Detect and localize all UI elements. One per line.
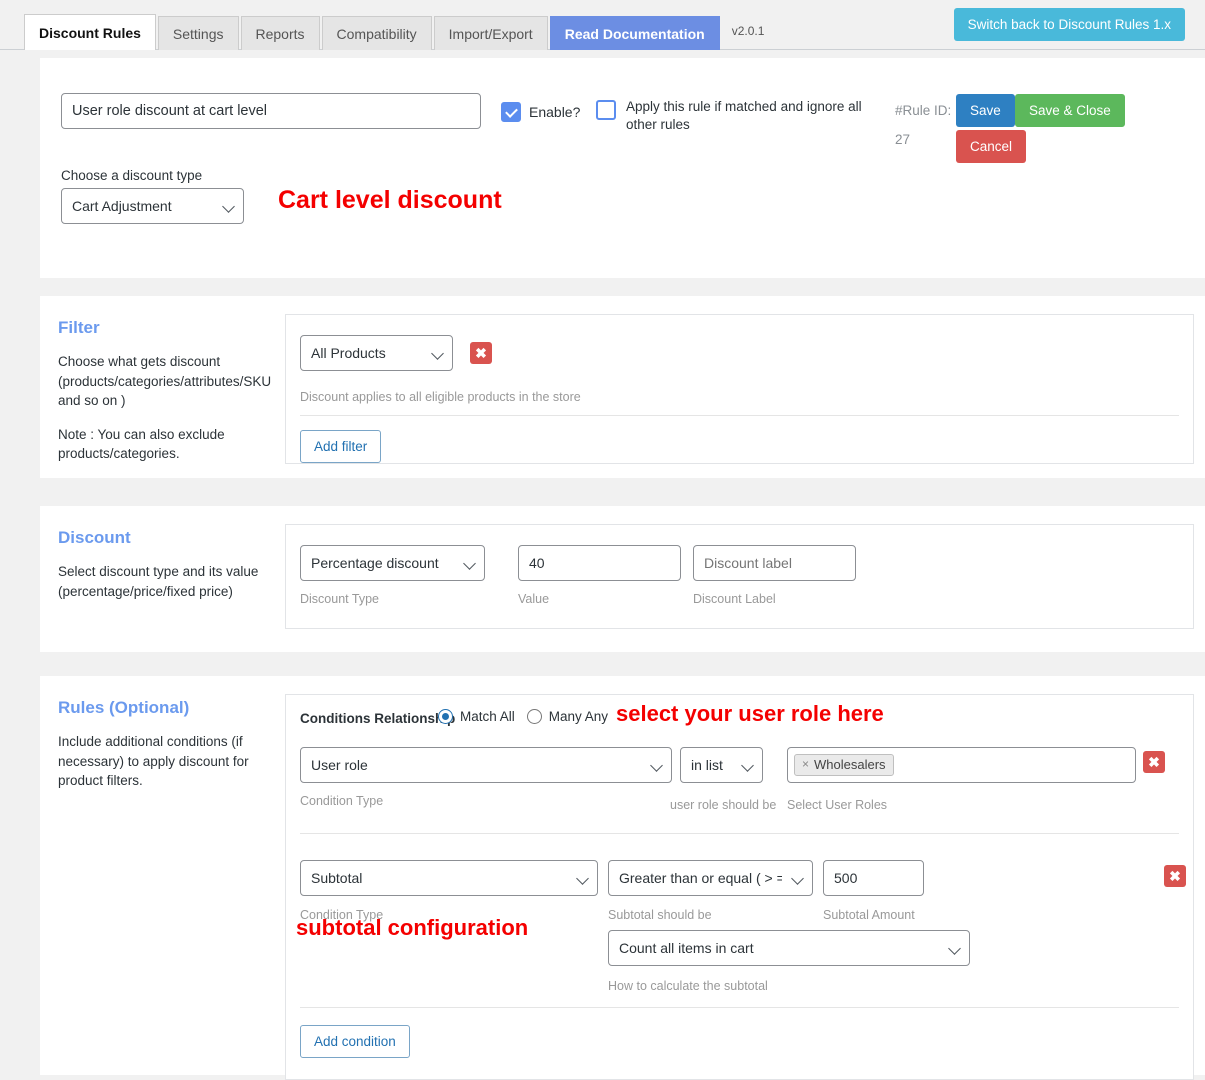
condition2-operator-note: Subtotal should be xyxy=(608,908,712,922)
condition1-operator-select[interactable]: in list xyxy=(680,747,763,783)
rules-heading: Rules (Optional) xyxy=(58,698,280,718)
tab-label: Discount Rules xyxy=(39,26,141,40)
rules-divider-2 xyxy=(300,1007,1179,1008)
condition2-type-select-wrapper[interactable]: Subtotal xyxy=(300,860,598,896)
tab-compatibility[interactable]: Compatibility xyxy=(322,16,432,50)
condition2-calc-select-wrapper[interactable]: Count all items in cart xyxy=(608,930,970,966)
remove-condition2-icon[interactable]: ✖ xyxy=(1164,865,1186,887)
radio-match-all-label: Match All xyxy=(460,709,515,724)
rules-divider-1 xyxy=(300,833,1179,834)
filter-sidebar: Filter Choose what gets discount (produc… xyxy=(58,318,280,478)
rules-card: Conditions Relationship Match All Many A… xyxy=(285,694,1194,1080)
condition2-calc-select[interactable]: Count all items in cart xyxy=(608,930,970,966)
discount-description: Select discount type and its value (perc… xyxy=(58,562,280,601)
rules-sidebar: Rules (Optional) Include additional cond… xyxy=(58,698,280,805)
rule-header-panel: Enable? Apply this rule if matched and i… xyxy=(40,58,1205,278)
filter-note: Discount applies to all eligible product… xyxy=(300,390,581,404)
user-role-tag[interactable]: × Wholesalers xyxy=(794,754,894,777)
tab-label: Settings xyxy=(173,27,224,41)
annotation-select-user-role: select your user role here xyxy=(616,701,884,727)
tab-read-documentation[interactable]: Read Documentation xyxy=(550,16,720,50)
filter-heading: Filter xyxy=(58,318,280,338)
radio-many-any-label: Many Any xyxy=(549,709,608,724)
tab-reports[interactable]: Reports xyxy=(241,16,320,50)
condition1-value-note: Select User Roles xyxy=(787,798,887,812)
condition1-type-note: Condition Type xyxy=(300,794,383,808)
tab-label: Compatibility xyxy=(337,27,417,41)
enable-checkbox[interactable] xyxy=(501,102,521,122)
save-button[interactable]: Save xyxy=(956,94,1015,127)
rule-title-input[interactable] xyxy=(61,93,481,129)
filter-description-2: Note : You can also exclude products/cat… xyxy=(58,425,280,464)
condition1-user-roles-field[interactable]: × Wholesalers xyxy=(787,747,1136,783)
filter-row: All Products ✖ xyxy=(300,335,453,371)
annotation-subtotal-configuration: subtotal configuration xyxy=(296,915,528,941)
discount-type-note: Discount Type xyxy=(300,592,379,606)
top-tab-bar: Discount Rules Settings Reports Compatib… xyxy=(0,0,1205,50)
condition1-type-select-wrapper[interactable]: User role xyxy=(300,747,672,783)
conditions-relationship-radio-group[interactable]: Match All Many Any xyxy=(438,709,616,724)
discount-sidebar: Discount Select discount type and its va… xyxy=(58,528,280,615)
filter-divider xyxy=(300,415,1179,416)
filter-description-1: Choose what gets discount (products/cate… xyxy=(58,352,280,411)
condition1-type-select[interactable]: User role xyxy=(300,747,672,783)
condition2-amount-note: Subtotal Amount xyxy=(823,908,915,922)
rule-id-label: #Rule ID: xyxy=(895,103,955,118)
filter-select-wrapper[interactable]: All Products xyxy=(300,335,453,371)
remove-filter-icon[interactable]: ✖ xyxy=(470,342,492,364)
cancel-button[interactable]: Cancel xyxy=(956,130,1026,163)
discount-type-field-label: Choose a discount type xyxy=(61,168,202,183)
save-and-close-button[interactable]: Save & Close xyxy=(1015,94,1125,127)
discount-panel: Discount Select discount type and its va… xyxy=(40,506,1205,652)
tab-label: Read Documentation xyxy=(565,27,705,41)
radio-many-any[interactable] xyxy=(527,709,542,724)
tab-settings[interactable]: Settings xyxy=(158,16,239,50)
discount-method-select-wrapper[interactable]: Percentage discount xyxy=(300,545,485,581)
add-filter-button[interactable]: Add filter xyxy=(300,430,381,463)
filter-panel: Filter Choose what gets discount (produc… xyxy=(40,296,1205,478)
discount-value-note: Value xyxy=(518,592,549,606)
discount-card: Percentage discount Discount Type Value … xyxy=(285,524,1194,629)
condition2-amount-input[interactable] xyxy=(823,860,924,896)
condition2-operator-select-wrapper[interactable]: Greater than or equal ( > = ) xyxy=(608,860,813,896)
apply-exclusive-checkbox[interactable] xyxy=(596,100,616,120)
rules-description: Include additional conditions (if necess… xyxy=(58,732,280,791)
remove-condition1-icon[interactable]: ✖ xyxy=(1143,751,1165,773)
condition2-operator-select[interactable]: Greater than or equal ( > = ) xyxy=(608,860,813,896)
add-condition-button[interactable]: Add condition xyxy=(300,1025,410,1058)
enable-checkbox-group[interactable]: Enable? xyxy=(501,102,580,122)
condition2-calc-note: How to calculate the subtotal xyxy=(608,979,768,993)
filter-card: All Products ✖ Discount applies to all e… xyxy=(285,314,1194,464)
switch-back-button[interactable]: Switch back to Discount Rules 1.x xyxy=(954,8,1185,41)
annotation-cart-level-discount: Cart level discount xyxy=(278,186,502,215)
enable-label: Enable? xyxy=(529,104,580,120)
tab-discount-rules[interactable]: Discount Rules xyxy=(24,14,156,50)
discount-method-select[interactable]: Percentage discount xyxy=(300,545,485,581)
apply-exclusive-checkbox-group[interactable]: Apply this rule if matched and ignore al… xyxy=(596,98,896,134)
radio-match-all[interactable] xyxy=(438,709,453,724)
version-label: v2.0.1 xyxy=(732,24,765,38)
condition1-operator-note: user role should be xyxy=(670,798,776,812)
rule-id-value: 27 xyxy=(895,132,910,147)
discount-value-input[interactable] xyxy=(518,545,681,581)
remove-tag-icon[interactable]: × xyxy=(802,757,809,773)
conditions-relationship-label: Conditions Relationship xyxy=(300,711,455,726)
tab-label: Reports xyxy=(256,27,305,41)
condition1-operator-select-wrapper[interactable]: in list xyxy=(680,747,763,783)
discount-label-input[interactable] xyxy=(693,545,856,581)
rules-panel: Rules (Optional) Include additional cond… xyxy=(40,676,1205,1075)
discount-type-select-wrapper[interactable]: Cart Adjustment xyxy=(61,188,244,224)
user-role-tag-label: Wholesalers xyxy=(814,757,886,774)
tab-import-export[interactable]: Import/Export xyxy=(434,16,548,50)
condition2-type-select[interactable]: Subtotal xyxy=(300,860,598,896)
discount-label-note: Discount Label xyxy=(693,592,776,606)
tab-label: Import/Export xyxy=(449,27,533,41)
discount-heading: Discount xyxy=(58,528,280,548)
discount-type-select[interactable]: Cart Adjustment xyxy=(61,188,244,224)
filter-select[interactable]: All Products xyxy=(300,335,453,371)
apply-exclusive-label: Apply this rule if matched and ignore al… xyxy=(626,98,896,134)
